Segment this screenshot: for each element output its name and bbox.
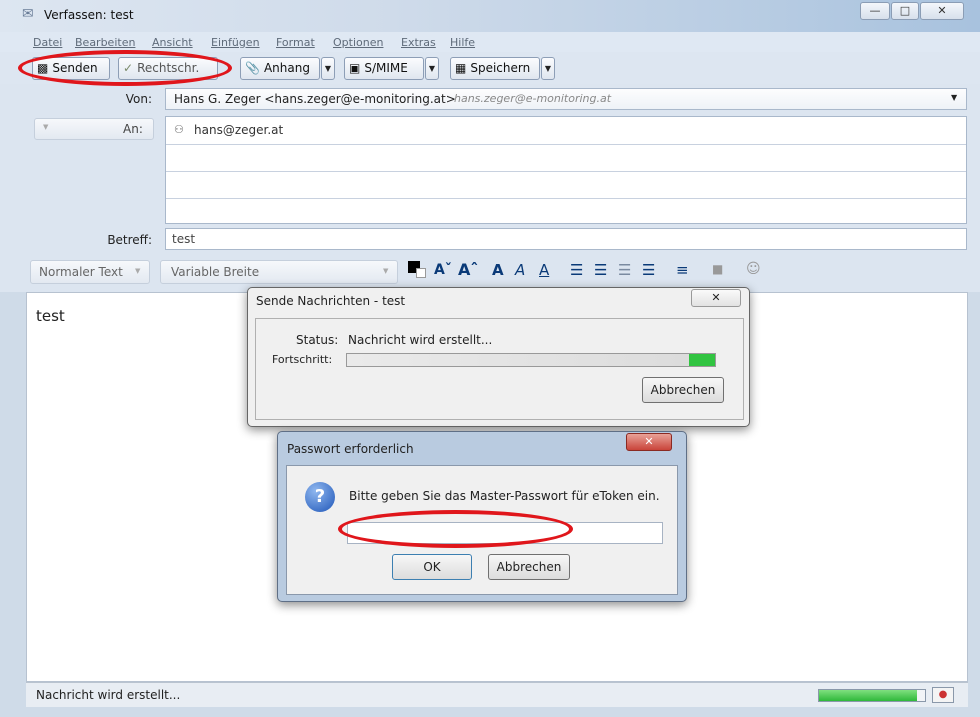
attach-button[interactable]: 📎 Anhang [240,57,320,80]
close-window-button[interactable]: ✕ [920,2,964,20]
align-icon[interactable]: ≡ [676,261,689,279]
chevron-down-icon: ▼ [43,123,49,131]
status-progress [818,689,926,702]
menu-bearbeiten[interactable]: Bearbeiten [75,36,135,49]
send-dialog-title: Sende Nachrichten - test [256,294,406,308]
smime-dropdown[interactable]: ▼ [425,57,439,80]
question-icon: ? [305,482,335,512]
minimize-button[interactable]: — [860,2,890,20]
send-progress-bar [346,353,716,367]
title-bar [0,0,980,32]
italic-icon[interactable]: A [515,261,525,279]
send-dialog-close-button[interactable]: ✕ [691,289,741,307]
body-text: test [36,307,65,325]
password-message: Bitte geben Sie das Master-Passwort für … [349,489,660,503]
from-select[interactable]: Hans G. Zeger <hans.zeger@e-monitoring.a… [165,88,967,110]
send-messages-dialog: Sende Nachrichten - test ✕ Status: Nachr… [247,287,750,427]
recipients-list[interactable]: ⚇ hans@zeger.at [165,116,967,224]
insert-object-icon[interactable]: ■ [712,262,723,276]
paragraph-format-select[interactable]: Normaler Text ▼ [30,260,150,284]
status-progress-fill [819,690,917,701]
send-cancel-button[interactable]: Abbrechen [642,377,724,403]
from-label: Von: [125,92,152,106]
chevron-down-icon: ▼ [135,267,141,275]
to-label: An: [123,122,143,136]
font-label: Variable Breite [171,265,260,279]
security-status-icon[interactable]: ● [932,687,954,703]
recipient-divider [166,171,966,172]
chevron-down-icon: ▼ [428,64,436,73]
password-cancel-button[interactable]: Abbrechen [488,554,570,580]
to-address: hans@zeger.at [194,123,284,137]
menu-datei[interactable]: Datei [33,36,62,49]
annotation-circle-password [338,510,573,548]
menu-einfuegen[interactable]: Einfügen [211,36,260,49]
from-address: Hans G. Zeger <hans.zeger@e-monitoring.a… [174,92,456,106]
outdent-icon[interactable]: ☰ [618,261,631,279]
recipient-divider [166,144,966,145]
menu-hilfe[interactable]: Hilfe [450,36,475,49]
font-smaller-icon[interactable]: Aˇ [434,262,452,278]
send-progress-fill [347,354,715,366]
save-dropdown[interactable]: ▼ [541,57,555,80]
close-icon: ✕ [937,4,947,17]
chevron-down-icon: ▼ [324,64,332,73]
underline-icon[interactable]: A [539,261,549,279]
password-dialog-close-button[interactable]: ✕ [626,433,672,451]
lock-icon: ▣ [349,61,361,75]
font-larger-icon[interactable]: Aˆ [458,260,478,279]
compose-window-icon: ✉ [22,6,34,22]
window-title: Verfassen: test [44,8,134,22]
bold-icon[interactable]: A [492,261,504,279]
menu-optionen[interactable]: Optionen [333,36,383,49]
recipient-divider [166,198,966,199]
status-text: Nachricht wird erstellt... [36,688,181,702]
close-icon: ✕ [711,291,721,304]
chevron-down-icon: ▼ [951,93,958,102]
menu-ansicht[interactable]: Ansicht [152,36,193,49]
paragraph-format-label: Normaler Text [39,265,123,279]
recipient-type-select[interactable]: ▼ An: [34,118,154,140]
smiley-icon[interactable]: ☺ [746,261,761,277]
bullet-list-icon[interactable]: ☰ [570,261,583,279]
subject-value: test [172,232,196,246]
chevron-down-icon: ▼ [544,64,552,73]
maximize-icon: □ [899,4,911,17]
send-dialog-content: Status: Nachricht wird erstellt... Forts… [255,318,744,420]
ok-button[interactable]: OK [392,554,472,580]
chevron-down-icon: ▼ [383,267,389,275]
paperclip-icon: 📎 [245,61,260,75]
send-status-value: Nachricht wird erstellt... [348,333,493,347]
numbered-list-icon[interactable]: ☰ [594,261,607,279]
status-bar: Nachricht wird erstellt... ● [26,682,968,707]
background-color-icon[interactable] [416,268,426,278]
font-select[interactable]: Variable Breite ▼ [160,260,398,284]
menu-extras[interactable]: Extras [401,36,436,49]
send-progress-label: Fortschritt: [272,353,333,366]
send-status-label: Status: [296,333,339,347]
minimize-icon: — [869,4,881,17]
menu-bar [0,32,980,52]
from-hint: hans.zeger@e-monitoring.at [454,92,612,105]
smime-button[interactable]: ▣ S/MIME [344,57,424,80]
indent-icon[interactable]: ☰ [642,261,655,279]
menu-format[interactable]: Format [276,36,315,49]
close-icon: ✕ [644,435,654,448]
subject-input[interactable]: test [165,228,967,250]
contact-icon: ⚇ [174,123,184,136]
attach-dropdown[interactable]: ▼ [321,57,335,80]
annotation-circle-toolbar [18,50,232,86]
subject-label: Betreff: [107,233,152,247]
maximize-button[interactable]: □ [891,2,919,20]
floppy-icon: ▦ [455,61,467,75]
password-dialog-title: Passwort erforderlich [287,442,414,456]
save-button[interactable]: ▦ Speichern [450,57,540,80]
